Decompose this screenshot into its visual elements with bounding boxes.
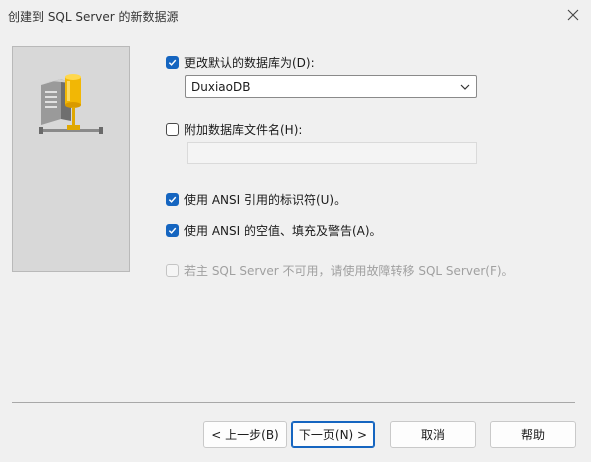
attach-db-label: 附加数据库文件名(H): bbox=[184, 123, 303, 137]
ansi-nulls-paddings-checkbox[interactable] bbox=[166, 224, 179, 237]
attach-db-filename-field[interactable] bbox=[187, 142, 477, 164]
window-title: 创建到 SQL Server 的新数据源 bbox=[8, 10, 179, 24]
change-default-db-label: 更改默认的数据库为(D): bbox=[184, 56, 315, 70]
attach-db-checkbox[interactable] bbox=[166, 123, 179, 136]
checkmark-icon bbox=[168, 59, 177, 66]
checkmark-icon bbox=[168, 196, 177, 203]
ansi-nulls-paddings-label: 使用 ANSI 的空值、填充及警告(A)。 bbox=[184, 224, 382, 238]
close-icon bbox=[567, 9, 579, 21]
server-database-network-icon bbox=[39, 74, 103, 134]
failover-label: 若主 SQL Server 不可用，请使用故障转移 SQL Server(F)。 bbox=[184, 264, 514, 278]
back-button[interactable]: < 上一步(B) bbox=[203, 421, 287, 448]
change-default-db-checkbox[interactable] bbox=[166, 56, 179, 69]
default-db-value: DuxiaoDB bbox=[191, 80, 251, 94]
default-db-select[interactable]: DuxiaoDB bbox=[185, 75, 477, 98]
next-button[interactable]: 下一页(N) > bbox=[291, 421, 375, 448]
ansi-quoted-identifiers-checkbox[interactable] bbox=[166, 193, 179, 206]
chevron-down-icon bbox=[460, 84, 470, 90]
failover-checkbox bbox=[166, 264, 179, 277]
checkmark-icon bbox=[168, 227, 177, 234]
ansi-nulls-paddings-row[interactable]: 使用 ANSI 的空值、填充及警告(A)。 bbox=[166, 222, 382, 239]
ansi-quoted-identifiers-row[interactable]: 使用 ANSI 引用的标识符(U)。 bbox=[166, 191, 346, 208]
illustration-panel bbox=[12, 46, 130, 272]
separator bbox=[12, 402, 575, 403]
cancel-button[interactable]: 取消 bbox=[390, 421, 476, 448]
attach-db-checkbox-row[interactable]: 附加数据库文件名(H): bbox=[166, 121, 302, 138]
help-button[interactable]: 帮助 bbox=[490, 421, 576, 448]
title-bar: 创建到 SQL Server 的新数据源 bbox=[0, 0, 591, 30]
ansi-quoted-identifiers-label: 使用 ANSI 引用的标识符(U)。 bbox=[184, 193, 347, 207]
close-button[interactable] bbox=[561, 4, 585, 26]
dialog-window: 创建到 SQL Server 的新数据源 更改默认的数据库为(D): Duxia… bbox=[0, 0, 591, 462]
failover-row: 若主 SQL Server 不可用，请使用故障转移 SQL Server(F)。 bbox=[166, 262, 514, 279]
change-default-db-checkbox-row[interactable]: 更改默认的数据库为(D): bbox=[166, 54, 315, 71]
